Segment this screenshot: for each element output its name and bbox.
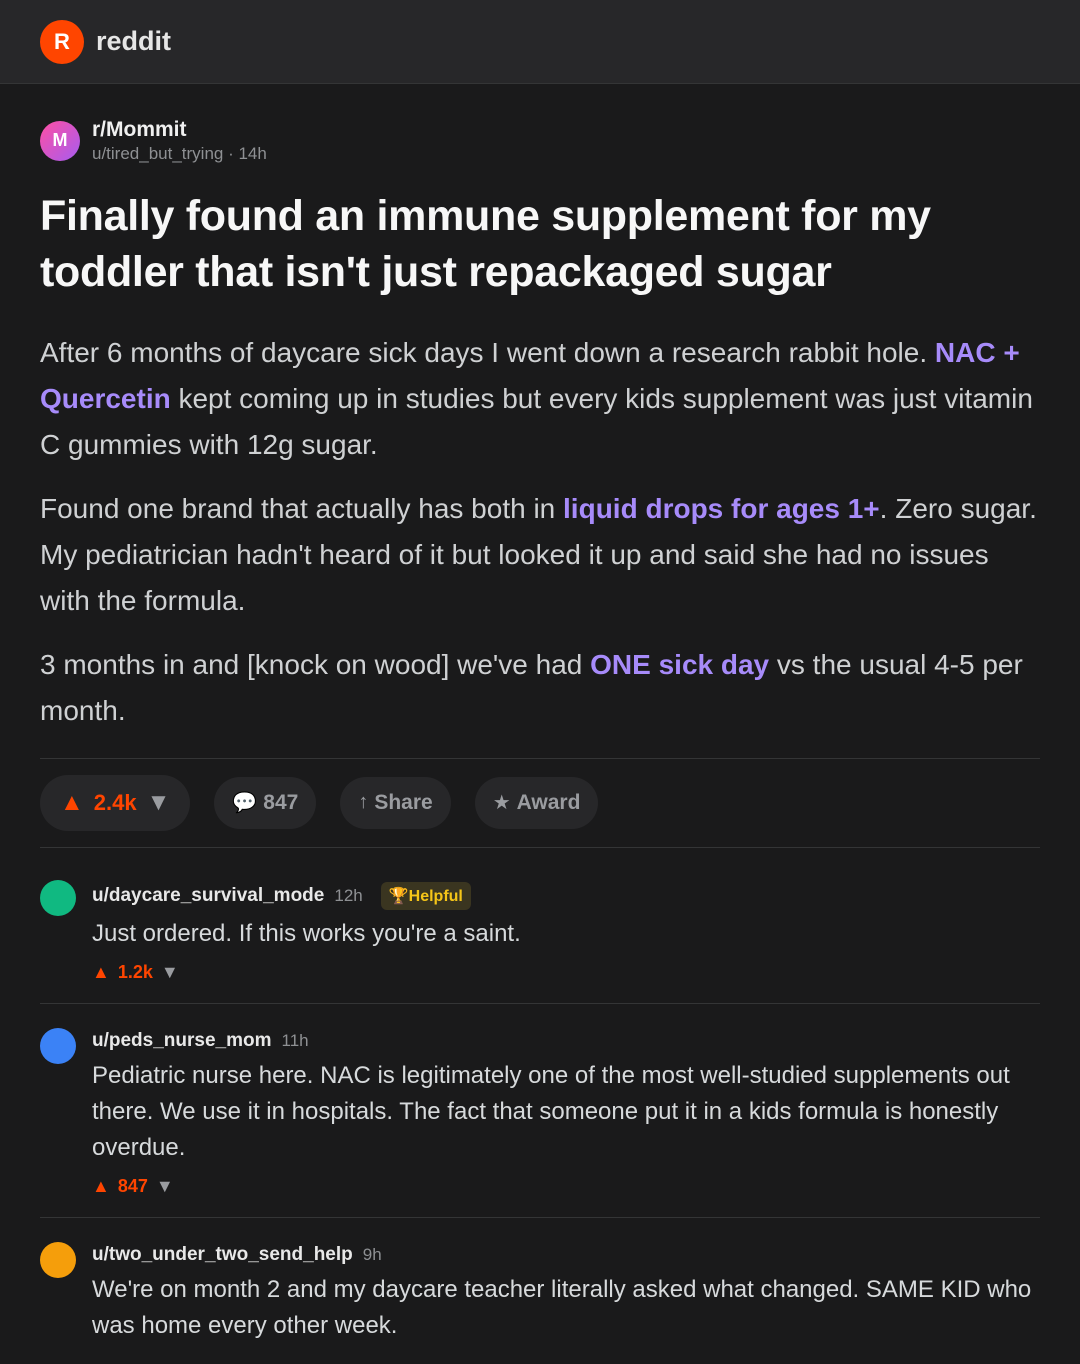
subreddit-name[interactable]: r/Mommit [92,118,267,142]
comment-vote-control: ▲ 847 ▼ [92,1176,1040,1197]
comment-list: u/daycare_survival_mode 12h 🏆Helpful Jus… [0,848,1080,1364]
upvote-icon[interactable]: ▲ [92,962,110,983]
post-paragraph-2: Found one brand that actually has both i… [40,486,1040,624]
comment-text: Pediatric nurse here. NAC is legitimatel… [92,1061,1010,1161]
post-text: kept coming up in studies but every kids… [40,382,1033,460]
comment-text: We're on month 2 and my daycare teacher … [92,1275,1032,1339]
comment: u/two_under_two_send_help 9h We're on mo… [40,1218,1040,1364]
award-label: Award [516,790,581,814]
comments-button[interactable]: 💬 847 [214,776,317,829]
share-button[interactable]: ↑ Share [340,776,451,829]
comment-username[interactable]: u/two_under_two_send_help [92,1244,353,1266]
user-avatar[interactable] [40,879,76,916]
post-text: 3 months in and [knock on wood] we've ha… [40,648,591,680]
star-icon: ★ [492,792,511,815]
share-label: Share [374,790,433,814]
comment-vote-count: 847 [117,1175,148,1196]
downvote-icon[interactable]: ▼ [161,962,179,983]
comment-text: Just ordered. If this works you're a sai… [92,919,521,947]
post-title: Finally found an immune supplement for m… [40,191,931,296]
comment-count: 847 [263,790,299,814]
comment-time: 11h [281,1030,309,1050]
comment-time: 12h [334,885,363,905]
upvote-icon[interactable]: ▲ [60,789,84,817]
post-author-line: u/tired_but_trying · 14h [92,144,267,164]
comment-vote-count: 1.2k [117,961,153,982]
post-actions: ▲ 2.4k ▼ 💬 847 ↑ Share ★ Award [40,759,1040,847]
vote-control: ▲ 2.4k ▼ [40,774,191,831]
top-bar: R reddit [0,0,1080,84]
post: M r/Mommit u/tired_but_trying · 14h Fina… [0,118,1080,848]
post-meta: M r/Mommit u/tired_but_trying · 14h [40,118,1040,164]
subreddit-avatar[interactable]: M [40,120,80,161]
comment-vote-control: ▲ 1.2k ▼ [92,962,1040,983]
comment: u/daycare_survival_mode 12h 🏆Helpful Jus… [40,848,1040,1004]
share-arrow-icon: ↑ [358,791,369,814]
flair-badge: 🏆Helpful [380,881,471,910]
comment-username[interactable]: u/daycare_survival_mode [92,885,324,907]
highlight-link[interactable]: ONE sick day [590,649,769,680]
highlight-link[interactable]: liquid drops for ages 1+ [563,493,880,524]
award-button[interactable]: ★ Award [474,776,599,829]
post-paragraph-1: After 6 months of daycare sick days I we… [40,330,1040,468]
comment-username[interactable]: u/peds_nurse_mom [92,1030,272,1052]
vote-count: 2.4k [93,789,137,815]
reddit-wordmark[interactable]: reddit [96,26,171,57]
post-body: After 6 months of daycare sick days I we… [40,330,1040,734]
post-paragraph-3: 3 months in and [knock on wood] we've ha… [40,642,1040,734]
user-avatar[interactable] [40,1241,76,1278]
trophy-icon: 🏆 [388,887,409,905]
downvote-icon[interactable]: ▼ [156,1176,174,1197]
downvote-icon[interactable]: ▼ [147,789,171,817]
post-text: After 6 months of daycare sick days I we… [40,336,935,368]
comment-bubble-icon: 💬 [232,792,258,815]
post-text: Found one brand that actually has both i… [40,492,564,524]
comment-time: 9h [362,1244,382,1264]
user-avatar[interactable] [40,1027,76,1064]
upvote-icon[interactable]: ▲ [92,1176,110,1197]
reddit-logo-icon[interactable]: R [40,19,84,64]
flair-label: Helpful [408,887,463,905]
comment: u/peds_nurse_mom 11h Pediatric nurse her… [40,1004,1040,1218]
